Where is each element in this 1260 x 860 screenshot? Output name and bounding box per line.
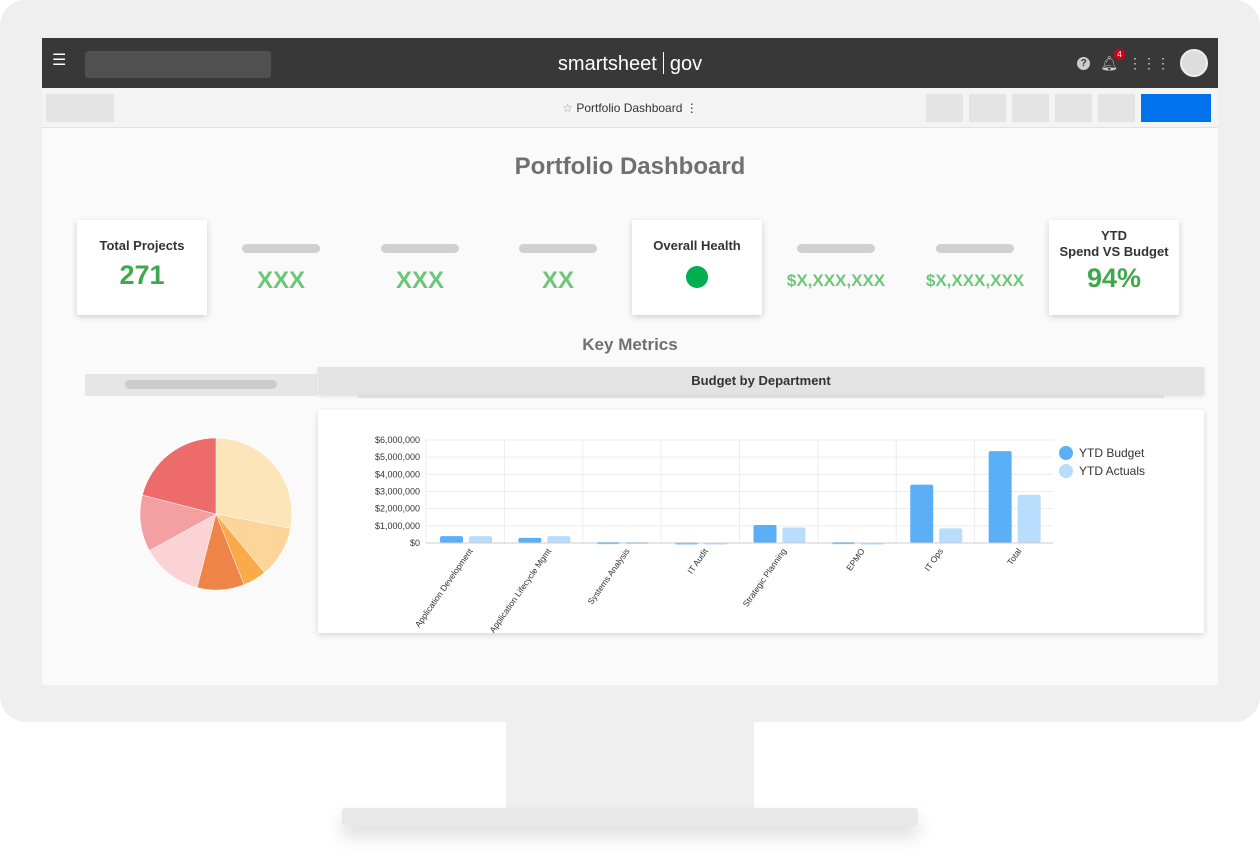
divider xyxy=(358,394,1164,398)
card-label: Overall Health xyxy=(653,238,741,253)
metric-placeholder: XXX xyxy=(216,220,346,295)
metric-placeholder: XXX xyxy=(355,220,485,295)
bar-chart-panel: $0 $1,000,000 $2,000,000 $3,000,000 $4,000,0… xyxy=(318,410,1204,635)
x-tick-label: IT Audit xyxy=(685,546,710,576)
page-title: Portfolio Dashboard xyxy=(514,153,746,180)
legend-swatch xyxy=(1059,446,1073,460)
metric-value: XX xyxy=(541,267,574,294)
y-tick-label: $0 xyxy=(410,538,420,548)
metric-placeholder: $X,XXX,XXX xyxy=(771,220,901,291)
bar-ytd-budget[interactable] xyxy=(440,536,463,543)
bar-ytd-actuals[interactable] xyxy=(547,536,571,543)
legend-label[interactable]: YTD Actuals xyxy=(1079,464,1145,478)
x-tick-label: Application Lifecycle Mgmt xyxy=(487,546,553,633)
logo-text: smartsheet xyxy=(557,53,657,75)
x-tick-label: Systems Analysis xyxy=(585,546,631,606)
y-tick-label: $6,000,000 xyxy=(375,435,420,445)
pie-slice[interactable] xyxy=(215,437,293,529)
toolbar-button[interactable] xyxy=(1055,94,1092,122)
legend-swatch xyxy=(1059,464,1073,478)
card-value: 271 xyxy=(119,260,165,290)
logo: smartsheet gov xyxy=(42,52,1218,76)
chart-title: Budget by Department xyxy=(318,367,1204,394)
x-tick-label: IT Ops xyxy=(922,546,945,573)
toolbar-button[interactable] xyxy=(1098,94,1135,122)
metric-value: $X,XXX,XXX xyxy=(925,271,1025,290)
card-label: YTD xyxy=(1101,228,1127,243)
bar-ytd-budget[interactable] xyxy=(910,484,934,543)
toolbar: ☆ Portfolio Dashboard ⋮ xyxy=(42,88,1218,128)
bar-ytd-actuals[interactable] xyxy=(782,527,806,543)
ytd-spend-card: YTD Spend VS Budget 94% xyxy=(1049,220,1179,315)
toolbar-button[interactable] xyxy=(1012,94,1049,122)
monitor-stand xyxy=(506,722,754,810)
metric-value: XXX xyxy=(256,267,306,294)
help-icon[interactable]: ? xyxy=(1077,56,1091,70)
notifications-button[interactable]: 🔔︎ 4 xyxy=(1100,48,1125,72)
health-status-dot xyxy=(686,266,708,288)
top-bar: ☰ smartsheet gov ? 🔔︎ 4 ⋮⋮⋮ xyxy=(42,38,1218,88)
section-title: Key Metrics xyxy=(582,335,678,354)
total-projects-card: Total Projects 271 xyxy=(77,220,207,315)
card-value: 94% xyxy=(1086,263,1142,293)
bar-ytd-budget[interactable] xyxy=(988,451,1012,543)
y-tick-label: $1,000,000 xyxy=(375,521,420,531)
x-tick-label: Application Development xyxy=(413,546,475,629)
share-button[interactable] xyxy=(1141,94,1211,122)
y-tick-label: $4,000,000 xyxy=(375,469,420,479)
bar-ytd-budget[interactable] xyxy=(518,537,542,543)
dashboard-name: Portfolio Dashboard xyxy=(576,101,683,115)
pie-widget-header xyxy=(85,374,317,396)
toolbar-button[interactable] xyxy=(969,94,1006,122)
apps-grid-icon[interactable]: ⋮⋮⋮ xyxy=(1128,55,1170,72)
y-tick-label: $5,000,000 xyxy=(375,452,420,462)
notification-badge: 4 xyxy=(1114,48,1125,60)
bar-ytd-actuals[interactable] xyxy=(939,528,963,543)
metric-value: XXX xyxy=(395,267,445,294)
monitor-base xyxy=(342,808,918,826)
y-tick-label: $2,000,000 xyxy=(375,504,420,514)
y-tick-label: $3,000,000 xyxy=(375,487,420,497)
x-tick-label: Strategic Planning xyxy=(741,546,789,608)
bar-ytd-actuals[interactable] xyxy=(469,536,492,543)
more-icon[interactable]: ⋮ xyxy=(686,101,698,115)
metric-value: $X,XXX,XXX xyxy=(786,271,886,290)
star-icon[interactable]: ☆ xyxy=(562,101,573,115)
pie-chart xyxy=(139,437,293,591)
x-tick-label: EPMO xyxy=(844,546,867,573)
metric-placeholder: $X,XXX,XXX xyxy=(910,220,1040,291)
overall-health-card: Overall Health xyxy=(632,220,762,315)
card-label: Total Projects xyxy=(99,238,185,253)
screen: ☰ smartsheet gov ? 🔔︎ 4 ⋮⋮⋮ ☆ Portfolio Da… xyxy=(42,38,1218,685)
toolbar-button[interactable] xyxy=(926,94,963,122)
bar-ytd-actuals[interactable] xyxy=(1017,494,1041,543)
bar-chart: $0 $1,000,000 $2,000,000 $3,000,000 $4,000,0… xyxy=(375,435,1145,635)
legend-label[interactable]: YTD Budget xyxy=(1079,446,1145,460)
logo-suffix: gov xyxy=(669,53,703,75)
avatar[interactable] xyxy=(1180,49,1208,77)
metric-placeholder: XX xyxy=(493,220,623,295)
bar-ytd-budget[interactable] xyxy=(753,524,777,543)
x-tick-label: Total xyxy=(1005,546,1024,567)
card-label: Spend VS Budget xyxy=(1059,244,1169,259)
